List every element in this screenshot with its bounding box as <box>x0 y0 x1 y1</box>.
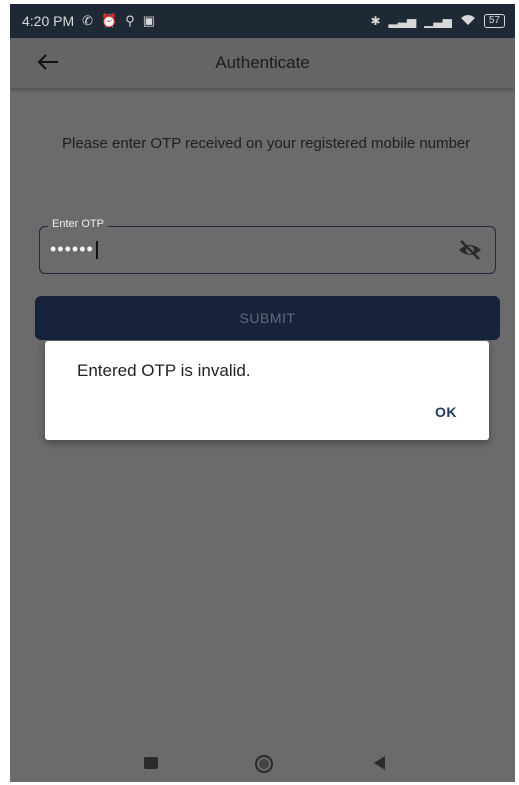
wifi-icon <box>460 14 476 29</box>
phone-screen: 4:20 PM ✆ ⏰ ⚲ ▣ ✱ ▂▃▅ ▁▃▅ 57 Authenticat… <box>10 4 515 782</box>
signal-badge-icon: ⚲ <box>125 13 135 28</box>
recents-icon[interactable] <box>144 757 158 769</box>
cell-signal-2-icon: ▁▃▅ <box>424 14 452 28</box>
dialog-message: Entered OTP is invalid. <box>77 361 251 380</box>
whatsapp-icon: ✆ <box>82 13 94 28</box>
home-icon[interactable] <box>255 755 273 773</box>
status-bar: 4:20 PM ✆ ⏰ ⚲ ▣ ✱ ▂▃▅ ▁▃▅ 57 <box>10 4 515 38</box>
otp-field-value[interactable]: •••••• <box>50 239 98 260</box>
otp-instruction: Please enter OTP received on your regist… <box>62 135 471 152</box>
alarm-icon: ⏰ <box>101 13 118 28</box>
otp-input[interactable]: Enter OTP •••••• <box>39 218 496 274</box>
page-title: Authenticate <box>215 53 310 72</box>
system-nav-bar <box>10 746 515 782</box>
text-caret <box>95 241 98 260</box>
back-icon[interactable] <box>374 756 385 770</box>
cell-signal-icon: ▂▃▅ <box>388 14 417 28</box>
error-dialog: Entered OTP is invalid. OK <box>45 341 489 440</box>
status-left-icons: ✆ ⏰ ⚲ ▣ <box>82 13 155 29</box>
app-bar: Authenticate <box>10 38 515 88</box>
battery-indicator: 57 <box>483 14 505 28</box>
bluetooth-icon: ✱ <box>370 14 381 28</box>
submit-button[interactable]: SUBMIT <box>35 296 500 340</box>
app-icon: ▣ <box>142 13 156 28</box>
dialog-ok-button[interactable]: OK <box>435 404 457 420</box>
eye-off-icon[interactable] <box>457 238 483 262</box>
status-time: 4:20 PM <box>22 13 75 29</box>
status-right-icons: ✱ ▂▃▅ ▁▃▅ 57 <box>370 14 505 29</box>
otp-field-label: Enter OTP <box>48 218 108 230</box>
